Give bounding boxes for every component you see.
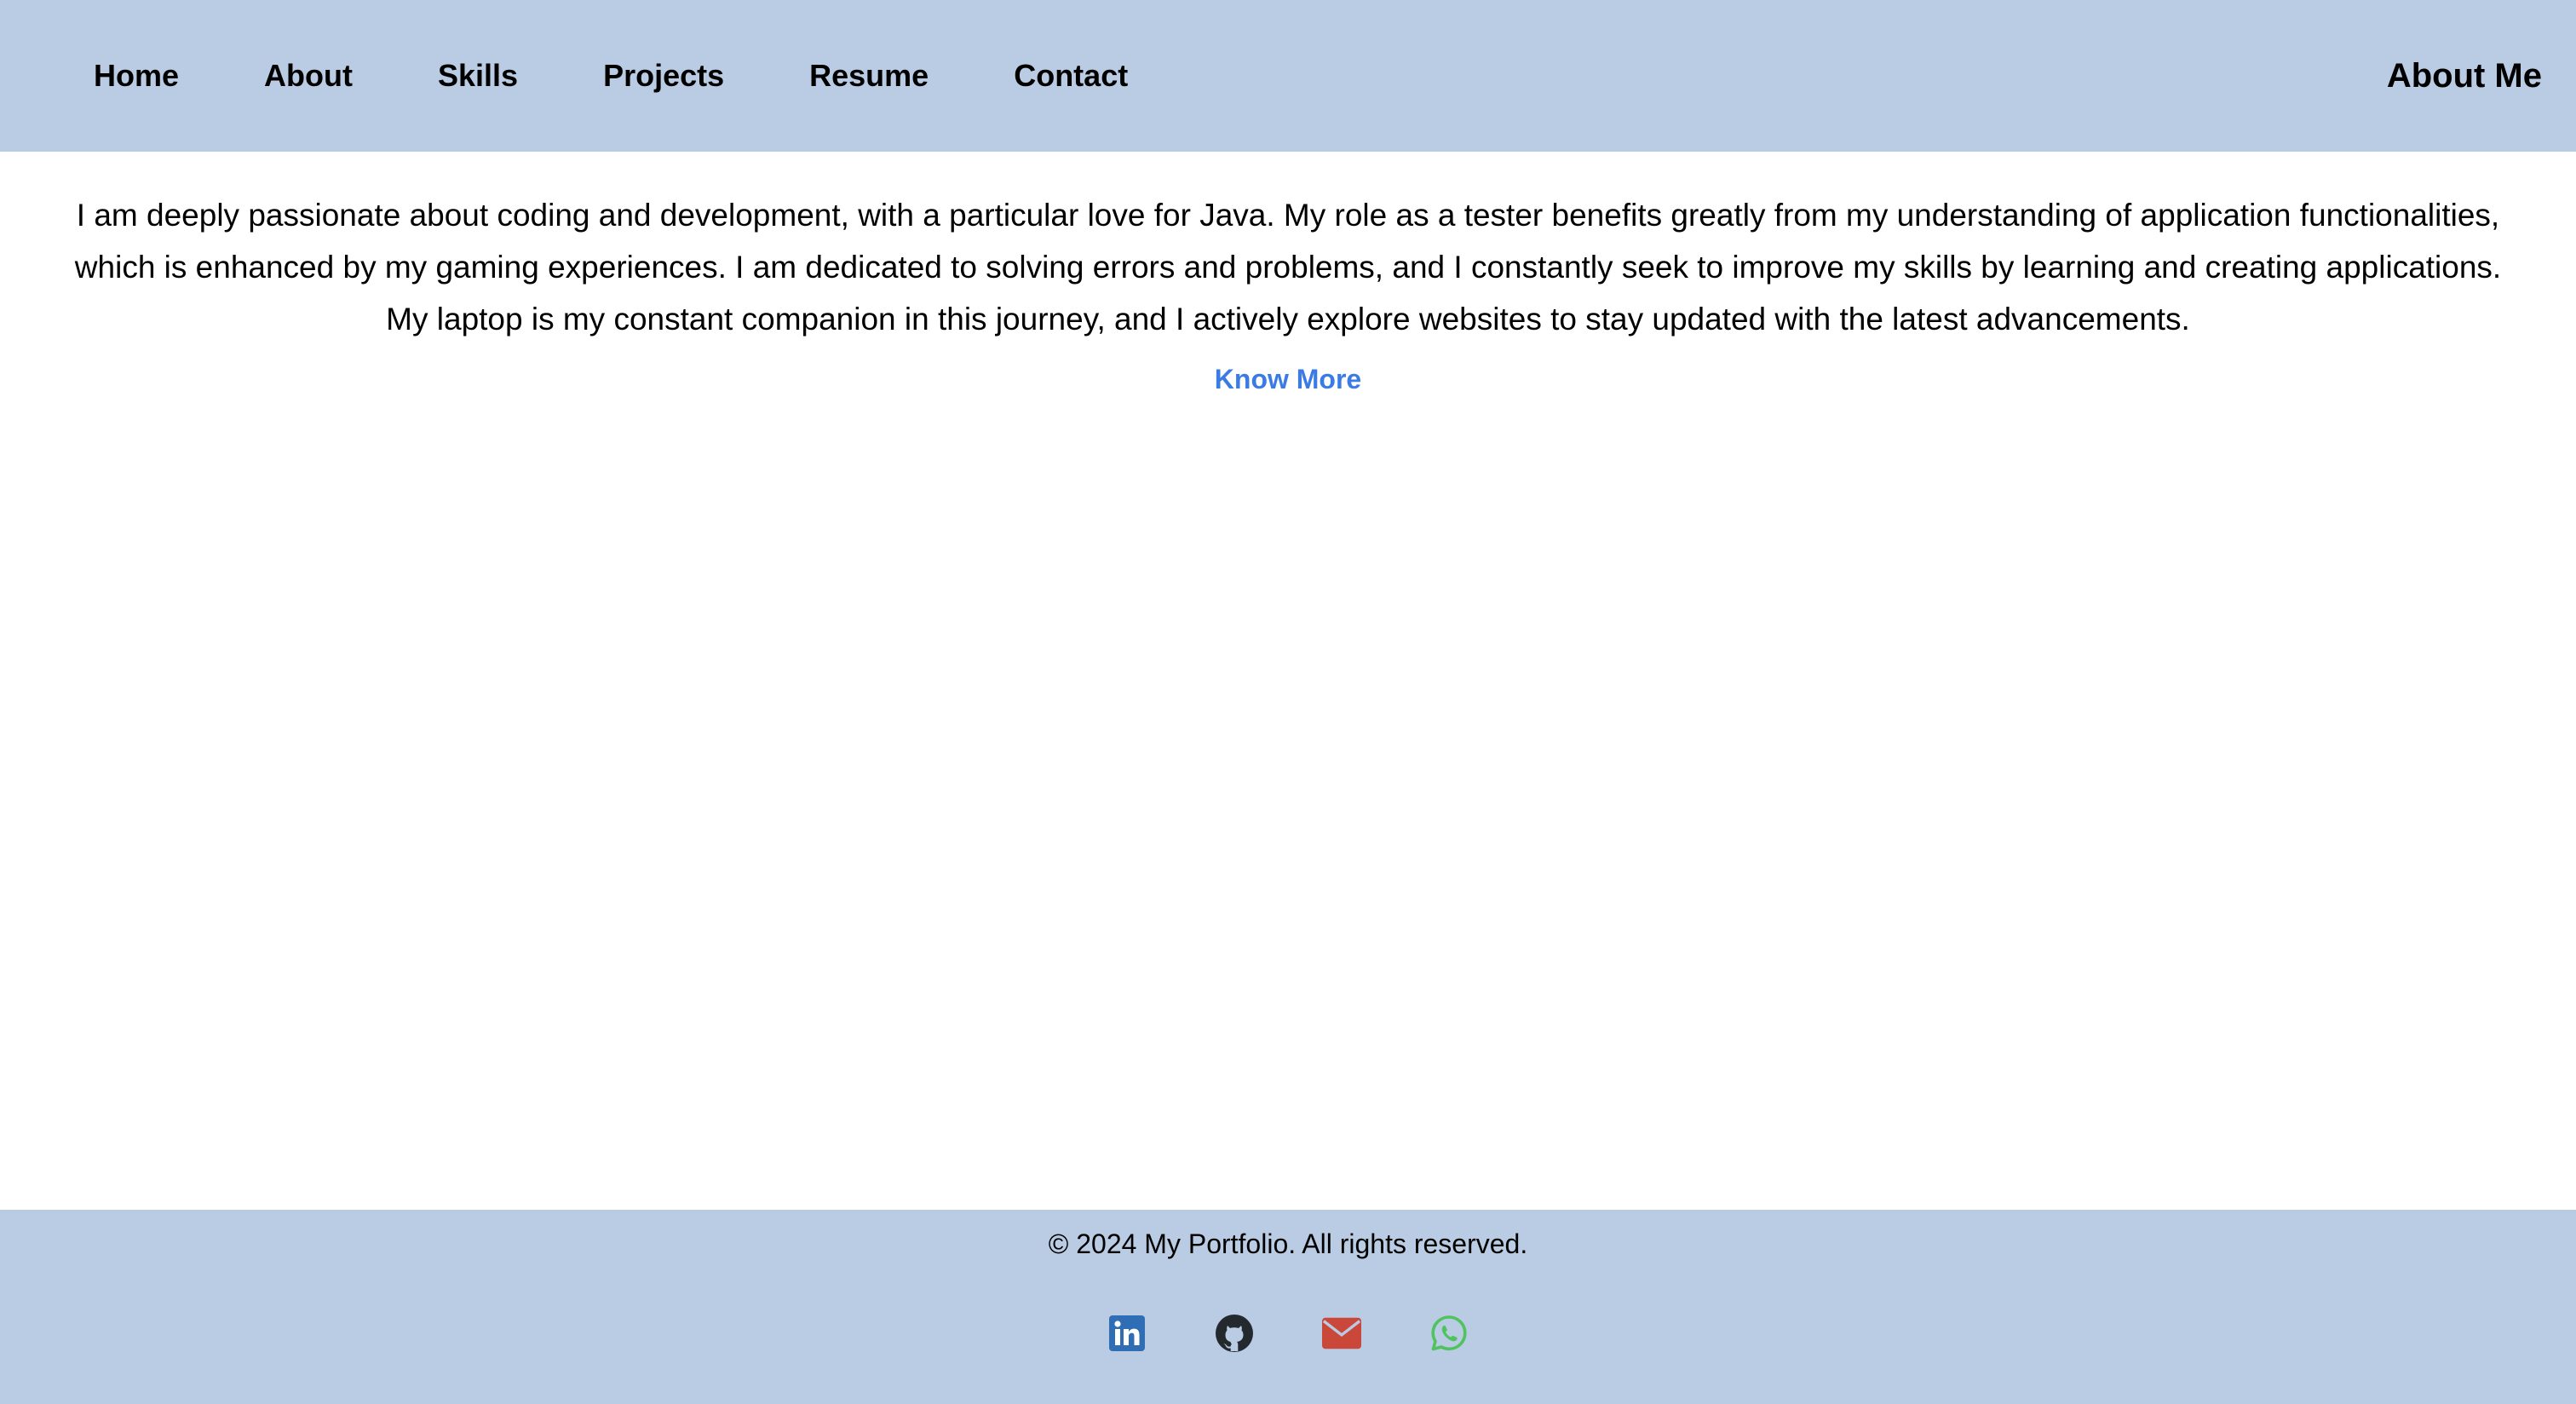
about-section: I am deeply passionate about coding and … <box>0 152 2576 1210</box>
nav-link-skills[interactable]: Skills <box>395 48 561 104</box>
copyright-text: © 2024 My Portfolio. All rights reserved… <box>1048 1228 1528 1259</box>
main-nav: Home About Skills Projects Resume Contac… <box>51 0 1170 152</box>
page-title: About Me <box>2386 56 2542 95</box>
site-header: Home About Skills Projects Resume Contac… <box>0 0 2576 152</box>
social-links <box>0 1314 2576 1353</box>
nav-link-resume[interactable]: Resume <box>767 48 971 104</box>
whatsapp-icon[interactable] <box>1429 1314 1469 1353</box>
page: Home About Skills Projects Resume Contac… <box>0 0 2576 1404</box>
site-footer: © 2024 My Portfolio. All rights reserved… <box>0 1210 2576 1404</box>
know-more-link[interactable]: Know More <box>1160 364 1416 395</box>
nav-link-home[interactable]: Home <box>51 48 221 104</box>
about-paragraph: I am deeply passionate about coding and … <box>74 198 2502 337</box>
github-icon[interactable] <box>1215 1314 1254 1353</box>
linkedin-icon[interactable] <box>1107 1314 1147 1353</box>
email-icon[interactable] <box>1322 1314 1361 1353</box>
nav-link-about[interactable]: About <box>221 48 395 104</box>
nav-link-projects[interactable]: Projects <box>561 48 767 104</box>
nav-link-contact[interactable]: Contact <box>971 48 1170 104</box>
